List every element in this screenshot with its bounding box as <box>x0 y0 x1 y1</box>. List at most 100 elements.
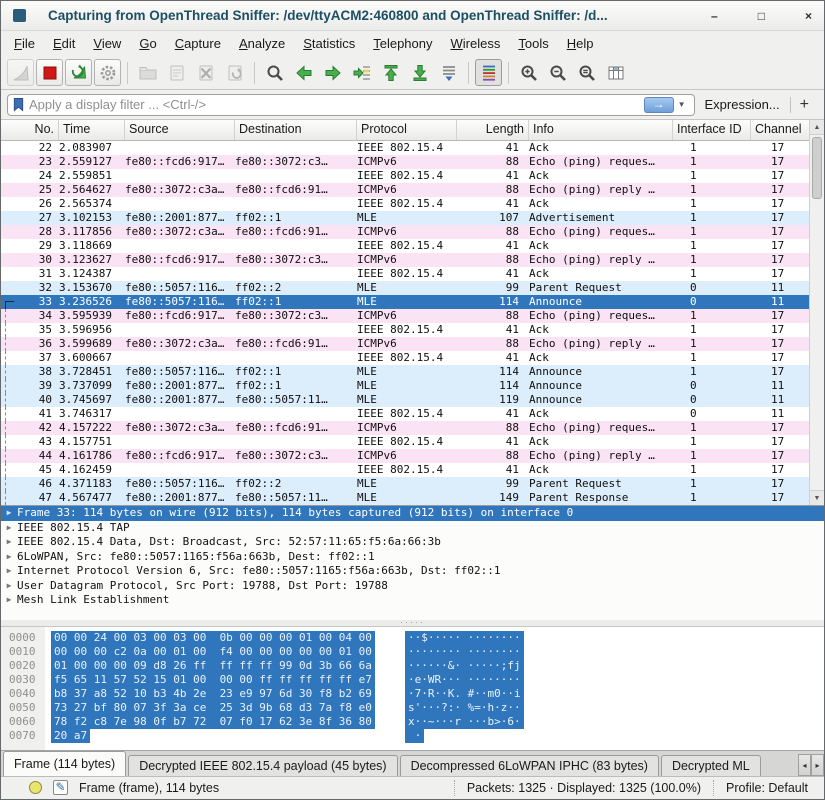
add-filter-button[interactable]: + <box>800 96 809 114</box>
reload-button[interactable] <box>221 59 248 86</box>
menu-edit[interactable]: Edit <box>44 33 84 54</box>
column-header-dst[interactable]: Destination <box>235 120 357 140</box>
column-header-src[interactable]: Source <box>125 120 235 140</box>
packet-row[interactable]: 313.124387IEEE 802.15.441Ack117 <box>1 267 811 281</box>
apply-filter-button[interactable]: → <box>644 97 674 113</box>
scroll-up-icon[interactable]: ▲ <box>810 120 824 135</box>
menu-wireless[interactable]: Wireless <box>442 33 510 54</box>
packet-row[interactable]: 444.161786fe80::fcd6:917…fe80::3072:c3…I… <box>1 449 811 463</box>
auto-scroll-button[interactable] <box>435 59 462 86</box>
detail-line[interactable]: ▶Internet Protocol Version 6, Src: fe80:… <box>1 564 824 579</box>
minimize-button[interactable]: – <box>711 10 718 22</box>
go-to-packet-button[interactable] <box>348 59 375 86</box>
hex-ascii[interactable]: ·e·WR··· ········ <box>405 673 524 687</box>
expand-arrow-icon[interactable]: ▶ <box>1 550 17 565</box>
column-header-protocol[interactable]: Protocol <box>357 120 457 140</box>
menu-telephony[interactable]: Telephony <box>364 33 441 54</box>
byte-view-tab[interactable]: Decrypted IEEE 802.15.4 payload (45 byte… <box>128 755 397 776</box>
menu-go[interactable]: Go <box>130 33 165 54</box>
hex-ascii[interactable]: ·7·R··K. #··m0··i <box>405 687 524 701</box>
menu-help[interactable]: Help <box>558 33 603 54</box>
stop-capture-button[interactable] <box>36 59 63 86</box>
detail-line[interactable]: ▶6LoWPAN, Src: fe80::5057:1165:f56a:663b… <box>1 550 824 565</box>
hex-row[interactable]: 0040b8 37 a8 52 10 b3 4b 2e 23 e9 97 6d … <box>1 687 824 701</box>
hex-row[interactable]: 001000 00 00 c2 0a 00 01 00 f4 00 00 00 … <box>1 645 824 659</box>
packet-row[interactable]: 343.595939fe80::fcd6:917…fe80::3072:c3…I… <box>1 309 811 323</box>
packet-row[interactable]: 273.102153fe80::2001:877…ff02::1MLE107Ad… <box>1 211 811 225</box>
menu-statistics[interactable]: Statistics <box>294 33 364 54</box>
packet-row[interactable]: 383.728451fe80::5057:116…ff02::1MLE114An… <box>1 365 811 379</box>
expand-arrow-icon[interactable]: ▶ <box>1 593 17 608</box>
hex-row[interactable]: 002001 00 00 00 09 d8 26 ff ff ff ff 99 … <box>1 659 824 673</box>
packet-row[interactable]: 283.117856fe80::3072:c3a…fe80::fcd6:91…I… <box>1 225 811 239</box>
packet-row[interactable]: 393.737099fe80::2001:877…ff02::1MLE114An… <box>1 379 811 393</box>
menu-tools[interactable]: Tools <box>509 33 557 54</box>
menu-analyze[interactable]: Analyze <box>230 33 294 54</box>
packet-row[interactable]: 464.371183fe80::5057:116…ff02::2MLE99Par… <box>1 477 811 491</box>
filter-history-caret-icon[interactable]: ▼ <box>678 100 686 109</box>
hex-row[interactable]: 005073 27 bf 80 07 3f 3a ce 25 3d 9b 68 … <box>1 701 824 715</box>
hex-bytes[interactable]: 00 00 00 c2 0a 00 01 00 f4 00 00 00 00 0… <box>51 645 375 659</box>
packet-row[interactable]: 363.599689fe80::3072:c3a…fe80::fcd6:91…I… <box>1 337 811 351</box>
display-filter-field[interactable]: → ▼ <box>7 94 695 116</box>
packet-row[interactable]: 403.745697fe80::2001:877…fe80::5057:11…M… <box>1 393 811 407</box>
expand-arrow-icon[interactable]: ▶ <box>1 521 17 536</box>
hex-ascii[interactable]: · <box>405 729 424 743</box>
packet-row[interactable]: 222.083907IEEE 802.15.441Ack117 <box>1 141 811 155</box>
packet-row[interactable]: 373.600667IEEE 802.15.441Ack117 <box>1 351 811 365</box>
detail-line[interactable]: ▶Frame 33: 114 bytes on wire (912 bits),… <box>1 506 824 521</box>
maximize-button[interactable]: □ <box>758 10 765 22</box>
capture-comment-icon[interactable]: ✎ <box>53 780 68 795</box>
hex-bytes[interactable]: 01 00 00 00 09 d8 26 ff ff ff ff 99 0d 3… <box>51 659 375 673</box>
scrollbar-thumb[interactable] <box>812 137 822 199</box>
packet-row[interactable]: 242.559851IEEE 802.15.441Ack117 <box>1 169 811 183</box>
detail-line[interactable]: ▶IEEE 802.15.4 Data, Dst: Broadcast, Src… <box>1 535 824 550</box>
hex-ascii[interactable]: ······&· ·····;fj <box>405 659 524 673</box>
expand-arrow-icon[interactable]: ▶ <box>1 506 17 521</box>
packet-row[interactable]: 413.746317IEEE 802.15.441Ack011 <box>1 407 811 421</box>
go-to-bottom-button[interactable] <box>406 59 433 86</box>
expand-arrow-icon[interactable]: ▶ <box>1 535 17 550</box>
byte-view-tab[interactable]: Frame (114 bytes) <box>3 751 126 776</box>
expression-button[interactable]: Expression... <box>705 97 780 112</box>
display-filter-input[interactable] <box>25 97 644 112</box>
tab-scroll-right-icon[interactable]: ▸ <box>811 754 824 776</box>
detail-line[interactable]: ▶User Datagram Protocol, Src Port: 19788… <box>1 579 824 594</box>
hex-row[interactable]: 000000 00 24 00 03 00 03 00 0b 00 00 00 … <box>1 631 824 645</box>
column-header-length[interactable]: Length <box>457 120 529 140</box>
hex-bytes[interactable]: b8 37 a8 52 10 b3 4b 2e 23 e9 97 6d 30 f… <box>51 687 375 701</box>
hex-row[interactable]: 007020 a7 · <box>1 729 824 743</box>
close-button[interactable]: × <box>805 10 812 22</box>
hex-ascii[interactable]: ········ ········ <box>405 645 524 659</box>
menu-capture[interactable]: Capture <box>166 33 230 54</box>
packet-row[interactable]: 262.565374IEEE 802.15.441Ack117 <box>1 197 811 211</box>
open-file-button[interactable] <box>134 59 161 86</box>
packet-row[interactable]: 454.162459IEEE 802.15.441Ack117 <box>1 463 811 477</box>
hex-bytes[interactable]: 20 a7 <box>51 729 90 743</box>
go-back-button[interactable] <box>290 59 317 86</box>
detail-line[interactable]: ▶Mesh Link Establishment <box>1 593 824 608</box>
detail-line[interactable]: ▶IEEE 802.15.4 TAP <box>1 521 824 536</box>
packet-row[interactable]: 434.157751IEEE 802.15.441Ack117 <box>1 435 811 449</box>
close-capture-button[interactable] <box>192 59 219 86</box>
start-capture-button[interactable] <box>7 59 34 86</box>
byte-view-tab[interactable]: Decompressed 6LoWPAN IPHC (83 bytes) <box>400 755 659 776</box>
hex-ascii[interactable]: s'···?:· %=·h·z·· <box>405 701 524 715</box>
hex-row[interactable]: 0030f5 65 11 57 52 15 01 00 00 00 ff ff … <box>1 673 824 687</box>
status-profile[interactable]: Profile: Default <box>713 780 820 796</box>
zoom-in-button[interactable] <box>515 59 542 86</box>
colorize-packets-button[interactable] <box>475 59 502 86</box>
hex-bytes[interactable]: f5 65 11 57 52 15 01 00 00 00 ff ff ff f… <box>51 673 375 687</box>
go-to-top-button[interactable] <box>377 59 404 86</box>
packet-row[interactable]: 424.157222fe80::3072:c3a…fe80::fcd6:91…I… <box>1 421 811 435</box>
tab-scroll-left-icon[interactable]: ◂ <box>798 754 811 776</box>
scroll-down-icon[interactable]: ▼ <box>810 490 824 505</box>
column-header-iface[interactable]: Interface ID <box>673 120 751 140</box>
packet-row[interactable]: 232.559127fe80::fcd6:917…fe80::3072:c3…I… <box>1 155 811 169</box>
bookmark-icon[interactable] <box>12 97 25 112</box>
packet-row[interactable]: 293.118669IEEE 802.15.441Ack117 <box>1 239 811 253</box>
packet-row[interactable]: 474.567477fe80::2001:877…fe80::5057:11…M… <box>1 491 811 505</box>
resize-columns-button[interactable] <box>602 59 629 86</box>
packet-row[interactable]: 333.236526fe80::5057:116…ff02::1MLE114An… <box>1 295 811 309</box>
hex-bytes[interactable]: 00 00 24 00 03 00 03 00 0b 00 00 00 01 0… <box>51 631 375 645</box>
